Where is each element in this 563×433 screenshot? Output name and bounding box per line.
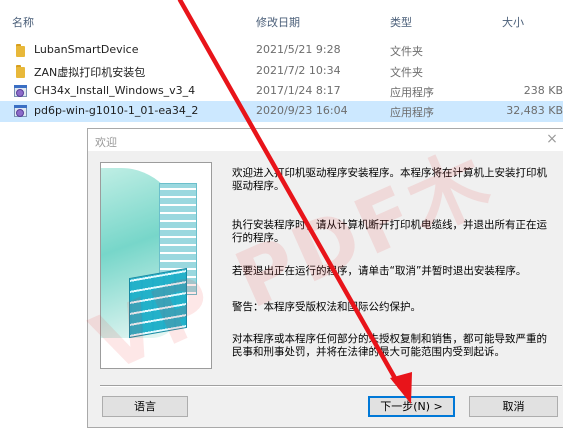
file-date: 2017/1/24 8:17 [256, 84, 341, 97]
column-header-date[interactable]: 修改日期 [256, 14, 300, 30]
file-name: LubanSmartDevice [34, 43, 139, 56]
folder-icon [14, 64, 29, 78]
next-button[interactable]: 下一步(N) > [368, 396, 455, 417]
legal-text: 对本程序或本程序任何部分的未授权复制和销售，都可能导致严重的民事和刑事处罚，并将… [232, 333, 547, 358]
file-row-lubansmartdevice[interactable]: LubanSmartDevice 2021/5/21 9:28 文件夹 [0, 40, 563, 61]
exit-instruction-text: 若要退出正在运行的程序，请单击“取消”并暂时退出安装程序。 [232, 265, 527, 277]
file-row-zan-installer[interactable]: ZAN虚拟打印机安装包 2021/7/2 10:34 文件夹 [0, 61, 563, 82]
application-icon [13, 104, 28, 118]
file-type: 应用程序 [390, 86, 434, 99]
file-date: 2021/5/21 9:28 [256, 43, 341, 56]
file-name: CH34x_Install_Windows_v3_4 [34, 84, 196, 97]
cancel-button[interactable]: 取消 [469, 396, 558, 417]
file-row-ch34x[interactable]: CH34x_Install_Windows_v3_4 2017/1/24 8:1… [0, 81, 563, 102]
column-header-type[interactable]: 类型 [390, 14, 412, 30]
file-size: 238 KB [523, 84, 563, 97]
folder-icon [14, 43, 29, 57]
column-header-size[interactable]: 大小 [502, 14, 524, 30]
file-type: 文件夹 [390, 66, 423, 79]
file-name: pd6p-win-g1010-1_01-ea34_2 [34, 104, 199, 117]
file-date: 2021/7/2 10:34 [256, 64, 341, 77]
close-icon[interactable]: × [544, 131, 560, 147]
graphic-cubes [129, 267, 187, 339]
dialog-titlebar[interactable]: 欢迎 × [88, 129, 563, 151]
column-header-row: 名称 修改日期 类型 大小 [0, 0, 563, 40]
language-button[interactable]: 语言 [102, 396, 188, 417]
file-size: 32,483 KB [506, 104, 563, 117]
file-type: 应用程序 [390, 106, 434, 119]
installer-graphic [100, 162, 212, 369]
dialog-divider [100, 385, 562, 387]
installer-dialog: 欢迎 × 欢迎进入打印机驱动程序安装程序。本程序将在计算机上安装打印机驱动程序。… [87, 128, 563, 428]
column-header-name[interactable]: 名称 [12, 14, 34, 30]
file-row-pd6p[interactable]: pd6p-win-g1010-1_01-ea34_2 2020/9/23 16:… [0, 101, 563, 122]
application-icon [13, 84, 28, 98]
welcome-text: 欢迎进入打印机驱动程序安装程序。本程序将在计算机上安装打印机驱动程序。 [232, 167, 547, 192]
file-name: ZAN虚拟打印机安装包 [34, 66, 146, 79]
file-date: 2020/9/23 16:04 [256, 104, 348, 117]
instruction-text: 执行安装程序时，请从计算机断开打印机电缆线，并退出所有正在运行的程序。 [232, 219, 547, 244]
warning-text: 警告：本程序受版权法和国际公约保护。 [232, 301, 421, 313]
file-type: 文件夹 [390, 45, 423, 58]
dialog-title: 欢迎 [95, 136, 117, 149]
